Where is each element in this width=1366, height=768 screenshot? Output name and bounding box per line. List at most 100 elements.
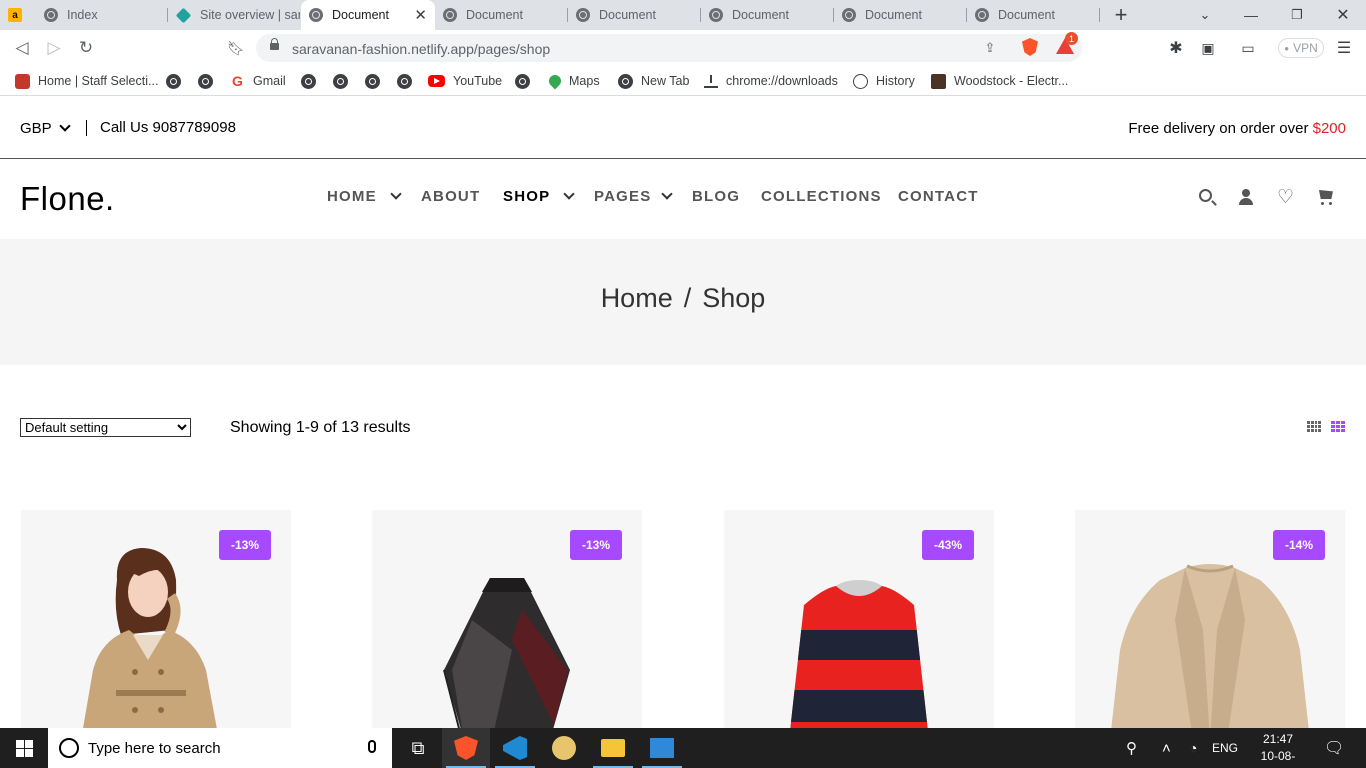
nav-blog[interactable]: BLOG — [692, 188, 740, 205]
bookmark-youtube[interactable]: YouTube — [428, 72, 502, 90]
extensions-icon[interactable]: ✱ — [1165, 37, 1187, 59]
bookmark-maps[interactable]: Maps — [546, 72, 600, 90]
close-window-icon[interactable]: ✕ — [1332, 4, 1354, 26]
tab-amazon[interactable]: a — [0, 0, 34, 30]
header-top-bar: GBP Call Us 9087789098 Free delivery on … — [0, 97, 1366, 159]
globe-icon — [198, 73, 213, 89]
share-icon[interactable]: ⇪ — [979, 37, 1001, 59]
bookmark-globe[interactable] — [515, 72, 538, 90]
product-card[interactable]: -43% — [724, 510, 994, 728]
rewards-badge: 1 — [1065, 32, 1078, 45]
browser-tab-strip: a Index Site overview | sar Document ✕ D… — [0, 0, 1366, 30]
bookmark-history[interactable]: History — [853, 72, 915, 90]
notifications-icon[interactable]: 🗨︎ — [1324, 728, 1344, 768]
tab-document-active[interactable]: Document ✕ — [301, 0, 435, 30]
language-indicator[interactable]: ENG — [1212, 728, 1238, 768]
amazon-icon: a — [8, 8, 22, 22]
history-icon — [853, 73, 868, 89]
nav-contact[interactable]: CONTACT — [898, 188, 979, 205]
reload-icon[interactable]: ↻ — [75, 37, 97, 59]
tab-site-overview[interactable]: Site overview | sar — [168, 0, 300, 30]
bookmark-globe[interactable] — [198, 72, 221, 90]
new-tab-icon[interactable]: + — [1110, 2, 1132, 27]
product-card[interactable]: -14% — [1075, 510, 1345, 728]
product-grid: -13% -13% -43% -14% — [0, 510, 1366, 728]
task-view-icon[interactable]: ⧉ — [394, 728, 442, 768]
nav-home[interactable]: HOME — [327, 188, 377, 205]
tab-search-icon[interactable]: ⌄ — [1194, 4, 1216, 26]
people-icon[interactable]: ⚲ — [1126, 728, 1137, 768]
bookmark-globe[interactable] — [365, 72, 388, 90]
taskbar-search-box[interactable]: Type here to search — [48, 728, 392, 768]
main-header: Flone. HOME ABOUT SHOP PAGES BLOG COLLEC… — [0, 160, 1366, 239]
grid-4-column-icon[interactable] — [1306, 420, 1322, 433]
bookmark-new-tab[interactable]: New Tab — [618, 72, 689, 90]
file-explorer-icon[interactable] — [589, 728, 637, 768]
discount-badge: -13% — [570, 530, 622, 560]
search-icon[interactable] — [1199, 189, 1212, 202]
nav-collections[interactable]: COLLECTIONS — [761, 188, 882, 205]
wallet-icon[interactable]: ▭ — [1237, 37, 1259, 59]
address-bar[interactable]: saravanan-fashion.netlify.app/pages/shop… — [256, 34, 1082, 62]
discount-badge: -14% — [1273, 530, 1325, 560]
bookmark-globe[interactable] — [397, 72, 420, 90]
bookmark-staff-selection[interactable]: Home | Staff Selecti... — [15, 72, 158, 90]
tab-index[interactable]: Index — [36, 0, 168, 30]
bookmark-woodstock[interactable]: Woodstock - Electr... — [931, 72, 1068, 90]
clock-time: 21:47 — [1262, 732, 1294, 746]
forward-icon[interactable]: ▷ — [43, 37, 65, 59]
grid-3-column-icon[interactable] — [1330, 420, 1346, 433]
minimize-icon[interactable]: — — [1240, 4, 1262, 26]
nav-about[interactable]: ABOUT — [421, 188, 480, 205]
account-icon[interactable] — [1237, 188, 1257, 208]
breadcrumb-current: Shop — [702, 283, 766, 313]
bookmark-globe[interactable] — [166, 72, 189, 90]
bookmark-gmail[interactable]: G Gmail — [230, 72, 286, 90]
nav-pages[interactable]: PAGES — [594, 188, 651, 205]
tab-document[interactable]: Document — [701, 0, 834, 30]
wifi-icon[interactable]: ◔ — [1189, 728, 1197, 768]
tab-document[interactable]: Document — [568, 0, 701, 30]
sidebar-icon[interactable]: ▣ — [1197, 37, 1219, 59]
system-clock[interactable]: 21:47 10-08-2023 — [1256, 731, 1300, 768]
bookmark-label: History — [876, 74, 915, 88]
chevron-down-icon[interactable] — [390, 188, 402, 200]
bookmark-globe[interactable] — [333, 72, 356, 90]
restore-icon[interactable]: ❐ — [1286, 4, 1308, 26]
tab-document[interactable]: Document — [435, 0, 568, 30]
close-tab-icon[interactable]: ✕ — [414, 6, 427, 24]
bookmark-downloads[interactable]: chrome://downloads — [704, 72, 838, 90]
microphone-icon[interactable] — [368, 740, 376, 753]
photos-taskbar-icon[interactable] — [638, 728, 686, 768]
cart-icon[interactable] — [1318, 188, 1338, 208]
youtube-icon — [428, 75, 445, 87]
bookmark-globe[interactable] — [301, 72, 324, 90]
wishlist-heart-icon[interactable]: ♡ — [1277, 188, 1297, 208]
back-icon[interactable]: ◁ — [11, 37, 33, 59]
nav-shop[interactable]: SHOP — [503, 188, 550, 205]
chevron-down-icon[interactable] — [661, 188, 673, 200]
menu-icon[interactable]: ☰ — [1333, 37, 1355, 59]
bookmark-icon[interactable]: 🔖︎ — [225, 37, 247, 59]
chevron-down-icon — [59, 120, 71, 132]
vpn-button[interactable]: ● VPN — [1278, 38, 1324, 58]
tab-document[interactable]: Document — [834, 0, 967, 30]
web-page: GBP Call Us 9087789098 Free delivery on … — [0, 97, 1366, 728]
site-logo[interactable]: Flone. — [20, 180, 115, 218]
globe-icon — [842, 8, 856, 22]
sort-select[interactable]: Default setting — [20, 418, 191, 437]
tab-label: Document — [998, 8, 1055, 22]
windows-start-icon[interactable] — [16, 740, 33, 757]
tab-label: Document — [732, 8, 789, 22]
vscode-taskbar-icon[interactable] — [491, 728, 539, 768]
tab-document[interactable]: Document — [967, 0, 1100, 30]
breadcrumb-home-link[interactable]: Home — [601, 283, 673, 313]
chevron-up-icon[interactable]: ˄ — [1162, 728, 1171, 768]
chevron-down-icon[interactable] — [563, 188, 575, 200]
brave-taskbar-icon[interactable] — [442, 728, 490, 768]
woodstock-icon — [931, 73, 946, 89]
product-card[interactable]: -13% — [372, 510, 642, 728]
product-card[interactable]: -13% — [21, 510, 291, 728]
currency-selector[interactable]: GBP — [20, 120, 71, 137]
paint-taskbar-icon[interactable] — [540, 728, 588, 768]
